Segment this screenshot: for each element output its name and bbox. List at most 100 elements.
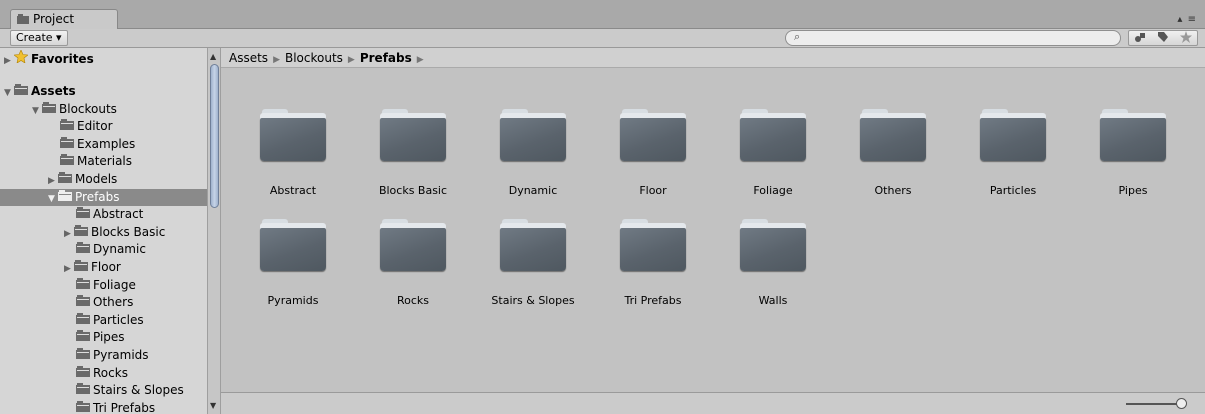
tree-item-dynamic[interactable]: Dynamic xyxy=(0,241,207,259)
filter-buttons xyxy=(1128,30,1198,46)
search-input[interactable]: ⌕ xyxy=(785,30,1121,46)
folder-label: Pyramids xyxy=(267,294,319,307)
breadcrumb-item-blockouts[interactable]: Blockouts xyxy=(285,51,343,65)
folder-icon xyxy=(76,400,90,414)
folder-icon xyxy=(260,109,326,161)
tree-item-examples[interactable]: Examples xyxy=(0,136,207,154)
tree-item-label: Tri Prefabs xyxy=(93,400,156,414)
tree-item-label: Editor xyxy=(77,119,113,134)
tree-item-floor[interactable]: ▶ Floor xyxy=(0,259,207,277)
tree-item-abstract[interactable]: Abstract xyxy=(0,206,207,224)
folder-label: Stairs & Slopes xyxy=(491,294,575,307)
scroll-down-arrow-icon[interactable]: ▼ xyxy=(210,401,216,410)
breadcrumb-item-assets[interactable]: Assets xyxy=(229,51,268,65)
folder-icon xyxy=(380,109,446,161)
folder-item[interactable]: Tri Prefabs xyxy=(593,219,713,329)
tree-item-blocks-basic[interactable]: ▶ Blocks Basic xyxy=(0,224,207,242)
tree-item-editor[interactable]: Editor xyxy=(0,118,207,136)
folder-icon xyxy=(860,109,926,161)
zoom-slider-track[interactable] xyxy=(1126,403,1180,405)
folder-label: Abstract xyxy=(269,184,317,197)
search-by-type-icon[interactable] xyxy=(1134,31,1146,46)
folder-icon xyxy=(60,136,74,154)
folder-icon xyxy=(620,219,686,271)
tree-item-materials[interactable]: Materials xyxy=(0,153,207,171)
tree-item-prefabs[interactable]: ▼ Prefabs xyxy=(0,188,207,207)
favorite-star-icon[interactable] xyxy=(1179,30,1192,46)
tree-item-pyramids[interactable]: Pyramids xyxy=(0,347,207,365)
breadcrumb-separator-icon: ▶ xyxy=(416,55,424,65)
scrollbar-thumb[interactable] xyxy=(210,64,219,208)
tree-item-stairs-slopes[interactable]: Stairs & Slopes xyxy=(0,382,207,400)
tree-item-label: Pipes xyxy=(93,330,125,345)
tree-item-label: Pyramids xyxy=(93,348,149,362)
tree-item-label: Models xyxy=(75,172,118,186)
folder-icon xyxy=(740,109,806,161)
expand-arrow-icon[interactable]: ▶ xyxy=(4,53,14,71)
folder-icon xyxy=(1100,109,1166,161)
folder-item[interactable]: Blocks Basic xyxy=(353,109,473,219)
folder-item[interactable]: Walls xyxy=(713,219,833,329)
breadcrumb: Assets ▶ Blockouts ▶ Prefabs ▶ xyxy=(221,48,1205,68)
tree-item-others[interactable]: Others xyxy=(0,294,207,312)
star-icon xyxy=(13,49,29,69)
tree-item-label: Materials xyxy=(77,154,133,169)
tree-item-label: Stairs & Slopes xyxy=(93,383,184,398)
tree-item-foliage[interactable]: Foliage xyxy=(0,277,207,295)
toolbar: Create ▾ ⌕ xyxy=(0,29,1205,48)
folder-item[interactable]: Pipes xyxy=(1073,109,1193,219)
folder-icon xyxy=(58,171,72,189)
folder-icon xyxy=(74,259,88,277)
folder-item[interactable]: Dynamic xyxy=(473,109,593,219)
create-button[interactable]: Create ▾ xyxy=(10,30,68,46)
zoom-slider-handle[interactable] xyxy=(1176,398,1187,409)
folder-icon xyxy=(76,277,90,295)
folder-icon xyxy=(42,101,56,119)
tree-item-particles[interactable]: Particles xyxy=(0,312,207,330)
breadcrumb-item-prefabs[interactable]: Prefabs xyxy=(360,51,412,65)
folder-icon xyxy=(740,219,806,271)
folder-icon xyxy=(60,118,74,136)
breadcrumb-separator-icon: ▶ xyxy=(273,55,280,65)
folder-icon xyxy=(76,347,90,365)
status-bar xyxy=(221,392,1205,414)
tree-item-label: Abstract xyxy=(93,207,144,222)
tree-item-label: Blocks Basic xyxy=(91,224,166,239)
folder-icon xyxy=(980,109,1046,161)
folder-label: Walls xyxy=(758,294,788,307)
label-tag-icon[interactable] xyxy=(1157,31,1169,46)
folder-label: Foliage xyxy=(753,184,793,197)
folder-item[interactable]: Foliage xyxy=(713,109,833,219)
folder-icon xyxy=(76,329,90,347)
tree-item-tri-prefabs[interactable]: Tri Prefabs xyxy=(0,400,207,414)
tab-menu-icon[interactable]: ▴ ≡ xyxy=(1177,14,1197,25)
search-icon: ⌕ xyxy=(794,30,801,43)
folder-item[interactable]: Stairs & Slopes xyxy=(473,219,593,329)
folder-item[interactable]: Others xyxy=(833,109,953,219)
folder-item[interactable]: Particles xyxy=(953,109,1073,219)
scroll-up-arrow-icon[interactable]: ▲ xyxy=(210,52,216,61)
tab-project[interactable]: Project xyxy=(10,9,118,29)
folder-label: Blocks Basic xyxy=(378,184,448,197)
tree-item-label: Assets xyxy=(31,84,76,98)
tree-item-models[interactable]: ▶ Models xyxy=(0,171,207,189)
tree-item-pipes[interactable]: Pipes xyxy=(0,329,207,347)
folder-icon xyxy=(76,365,90,383)
folder-item[interactable]: Abstract xyxy=(233,109,353,219)
folder-label: Particles xyxy=(989,184,1037,197)
tree-item-blockouts[interactable]: ▼ Blockouts xyxy=(0,101,207,119)
tree-item-label: Examples xyxy=(77,136,136,151)
tree-item-assets[interactable]: ▼ Assets xyxy=(0,83,207,101)
tree-item-label: Rocks xyxy=(93,365,128,380)
folder-item[interactable]: Rocks xyxy=(353,219,473,329)
tree-scrollbar[interactable]: ▲ ▼ xyxy=(207,48,221,414)
folder-icon xyxy=(620,109,686,161)
folder-item[interactable]: Floor xyxy=(593,109,713,219)
folder-icon xyxy=(60,153,74,171)
folder-item[interactable]: Pyramids xyxy=(233,219,353,329)
tree-item-rocks[interactable]: Rocks xyxy=(0,365,207,383)
folder-icon xyxy=(14,83,28,101)
tree-item-label: Foliage xyxy=(93,277,136,292)
folder-icon xyxy=(76,294,90,312)
tree-item-favorites[interactable]: ▶ Favorites xyxy=(0,49,207,71)
